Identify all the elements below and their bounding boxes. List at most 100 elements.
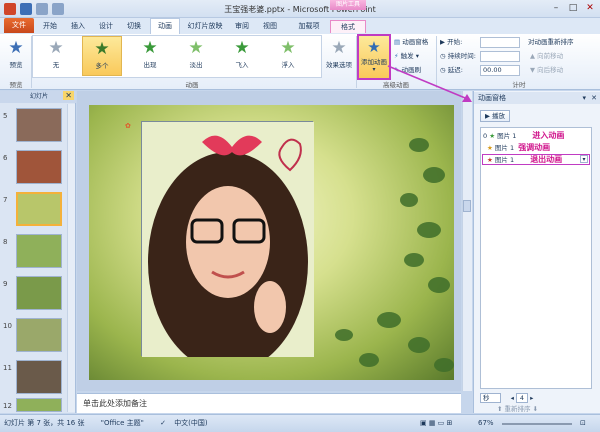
- tab-view[interactable]: 视图: [258, 20, 282, 33]
- language-indicator[interactable]: 中文(中国): [174, 419, 207, 427]
- effect-none[interactable]: ★ 无: [36, 36, 76, 76]
- delay-field[interactable]: 00.00: [480, 65, 520, 76]
- animation-list: [480, 127, 592, 389]
- page-value[interactable]: 4: [515, 393, 529, 403]
- animation-item[interactable]: 0 ★ 图片 1 进入动画: [482, 130, 590, 141]
- effect-appear[interactable]: ★ 出现: [130, 36, 170, 76]
- window-title: 王宝强老婆.pptx - Microsoft PowerPoint: [224, 5, 376, 14]
- start-text: 开始:: [447, 38, 463, 46]
- star-icon: ★: [8, 38, 24, 58]
- slide-number: 9: [3, 280, 8, 288]
- slide-thumbnail[interactable]: [16, 360, 62, 394]
- spellcheck-icon[interactable]: ✓: [160, 419, 166, 427]
- duration-field[interactable]: [480, 51, 520, 62]
- picture-tools-label: 图片工具: [330, 0, 366, 10]
- move-later-button[interactable]: ▼ 向后移动: [530, 65, 563, 76]
- fit-window-icon[interactable]: ⊡: [580, 415, 586, 432]
- next-icon[interactable]: ▸: [530, 394, 533, 402]
- annotation-arrow: [387, 65, 472, 102]
- animation-group-label: 动画: [185, 81, 199, 89]
- animation-item[interactable]: ★ 图片 1 强调动画: [482, 142, 590, 153]
- tab-design[interactable]: 设计: [94, 20, 118, 33]
- minimize-icon[interactable]: –: [548, 2, 564, 14]
- trigger-icon: ⚡: [394, 52, 399, 60]
- start-select[interactable]: [480, 37, 520, 48]
- star-icon: ★: [142, 38, 158, 58]
- duration-text: 持续时间:: [447, 52, 476, 60]
- maximize-icon[interactable]: □: [565, 2, 581, 14]
- slide-thumbnail[interactable]: [16, 150, 62, 184]
- animation-pane-title: 动画窗格: [478, 94, 506, 102]
- chevron-down-icon[interactable]: ▾: [582, 92, 586, 104]
- slide-thumbnail[interactable]: [16, 234, 62, 268]
- tab-transitions[interactable]: 切换: [122, 20, 146, 33]
- seconds-dropdown[interactable]: 秒: [480, 393, 501, 403]
- effect-label: 多个: [95, 62, 109, 70]
- effect-label: 无: [52, 61, 60, 69]
- slide-thumbnail[interactable]: [16, 108, 62, 142]
- zoom-level[interactable]: 67%: [478, 415, 494, 432]
- effect-label: 浮入: [281, 61, 295, 69]
- anim-pane-label: 动画窗格: [402, 38, 429, 46]
- trigger-label: 触发: [400, 52, 414, 60]
- view-buttons[interactable]: ▣ ▦ ▭ ⊞: [420, 415, 452, 432]
- timeline-controls: 秒 ◂ 4 ▸: [480, 392, 592, 403]
- slide-thumbnail[interactable]: [16, 398, 62, 412]
- slide-counter: 幻灯片 第 7 张，共 16 张: [4, 419, 85, 427]
- slide-pane-scrollbar[interactable]: [67, 104, 75, 412]
- notes-area[interactable]: 单击此处添加备注: [77, 393, 461, 413]
- clock-icon: ◷: [440, 52, 446, 60]
- tab-file[interactable]: 文件: [4, 18, 34, 33]
- reorder-label: 对动画重新排序: [528, 38, 574, 46]
- zoom-slider[interactable]: [502, 423, 572, 425]
- effect-multiple[interactable]: ★ 多个: [82, 36, 122, 76]
- selected-picture[interactable]: [141, 121, 314, 357]
- move-later-label: 向后移动: [537, 66, 564, 74]
- slide-thumbnail[interactable]: [16, 318, 62, 352]
- slide-number: 12: [3, 402, 12, 410]
- tab-home[interactable]: 开始: [38, 20, 62, 33]
- reorder-controls[interactable]: ⬆ 重新排序 ⬇: [497, 403, 538, 413]
- animation-target: 图片 1: [497, 132, 517, 140]
- play-icon: ▶: [484, 112, 490, 120]
- pane-icon: ▤: [394, 38, 401, 46]
- animation-pane-button[interactable]: ▤ 动画窗格: [394, 37, 428, 48]
- effect-options-label: 效果选项: [326, 61, 352, 69]
- slide-thumbnail-current[interactable]: [16, 192, 62, 226]
- effect-float-in[interactable]: ★ 浮入: [268, 36, 308, 76]
- tab-insert[interactable]: 插入: [66, 20, 90, 33]
- slides-tab[interactable]: 幻灯片 ✕: [0, 91, 76, 103]
- animation-order: 0: [483, 132, 488, 140]
- reorder-pane-label: 重新排序: [504, 405, 531, 413]
- emphasis-annotation: 强调动画: [518, 143, 551, 152]
- effect-fly-in[interactable]: ★ 飞入: [222, 36, 262, 76]
- slide-thumbnail[interactable]: [16, 276, 62, 310]
- tab-addins[interactable]: 加载项: [294, 20, 324, 33]
- play-label: 播放: [492, 112, 506, 120]
- effect-options-button[interactable]: ★ 效果选项: [323, 36, 355, 76]
- slide-number: 10: [3, 322, 12, 330]
- chevron-down-icon[interactable]: ▾: [580, 155, 588, 163]
- preview-button[interactable]: ★ 预览: [2, 36, 30, 76]
- slide-number: 7: [3, 196, 8, 204]
- close-icon[interactable]: ✕: [591, 92, 597, 104]
- prev-icon[interactable]: ◂: [511, 394, 514, 402]
- animation-item-selected[interactable]: ★ 图片 1 退出动画 ▾: [482, 154, 590, 165]
- preview-group-label: 预览: [9, 81, 23, 89]
- star-icon: ★: [331, 38, 347, 58]
- tab-slideshow[interactable]: 幻灯片放映: [184, 20, 226, 33]
- tab-animations[interactable]: 动画: [150, 18, 180, 34]
- close-icon[interactable]: ✕: [582, 2, 598, 14]
- star-icon: ★: [234, 38, 250, 58]
- add-star-icon: ★: [367, 38, 381, 56]
- close-icon[interactable]: ✕: [63, 91, 74, 100]
- tab-format[interactable]: 格式: [330, 20, 366, 33]
- preview-label: 预览: [9, 61, 23, 69]
- tab-review[interactable]: 审阅: [230, 20, 254, 33]
- slide-scrollbar[interactable]: [462, 91, 472, 391]
- move-earlier-button[interactable]: ▲ 向前移动: [530, 51, 563, 62]
- effect-fade[interactable]: ★ 淡出: [176, 36, 216, 76]
- entrance-star-icon: ★: [489, 132, 496, 140]
- play-button[interactable]: ▶ 播放: [480, 110, 510, 122]
- scroll-thumb[interactable]: [463, 200, 471, 212]
